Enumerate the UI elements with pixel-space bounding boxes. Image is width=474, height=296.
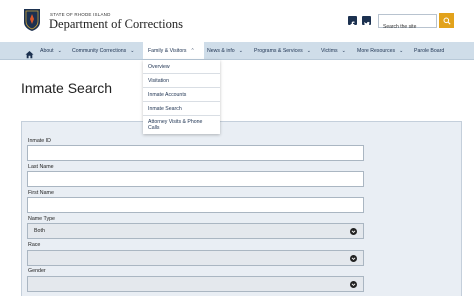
chevron-down-icon: [350, 255, 357, 262]
race-select[interactable]: [27, 250, 364, 266]
chevron-down-icon: ⌄: [130, 47, 135, 54]
site-header: STATE OF RHODE ISLAND Department of Corr…: [0, 0, 474, 42]
chevron-down-icon: ⌄: [341, 47, 346, 54]
nav-item-label: About: [40, 47, 54, 54]
nav-item-victims[interactable]: Victims ⌄: [321, 42, 346, 59]
nav-item-family-visitors[interactable]: Family & Visitors ⌃: [143, 42, 204, 59]
chevron-down-icon: ⌄: [238, 47, 243, 54]
search-button[interactable]: [439, 13, 454, 28]
dropdown-item-inmate-accounts[interactable]: Inmate Accounts: [143, 88, 220, 102]
nav-item-label: Community Corrections: [72, 47, 127, 54]
search-icon: [443, 17, 451, 25]
dropdown-item-visitation[interactable]: Visitation: [143, 74, 220, 88]
gender-select[interactable]: [27, 276, 364, 292]
nav-item-news-info[interactable]: News & info ⌄: [207, 42, 243, 59]
inmate-id-label: Inmate ID: [28, 138, 51, 144]
site-search-input[interactable]: [379, 21, 436, 33]
nav-item-label: Programs & Services: [254, 47, 303, 54]
site-search-field[interactable]: [378, 14, 437, 33]
page-title: Inmate Search: [21, 80, 113, 96]
nav-item-label: News & info: [207, 47, 235, 54]
nav-item-label: Parole Board: [414, 47, 445, 54]
main-nav: About ⌄ Community Corrections ⌄ Family &…: [0, 42, 474, 60]
name-type-label: Name Type: [28, 216, 55, 222]
first-name-input[interactable]: [28, 199, 363, 214]
chevron-down-icon: [350, 281, 357, 288]
nav-item-programs-services[interactable]: Programs & Services ⌄: [254, 42, 311, 59]
inmate-id-field[interactable]: [27, 145, 364, 162]
first-name-field[interactable]: [27, 197, 364, 214]
chevron-down-icon: ⌄: [306, 47, 311, 54]
nav-item-community-corrections[interactable]: Community Corrections ⌄: [72, 42, 134, 59]
nav-item-label: More Resources: [357, 47, 396, 54]
last-name-input[interactable]: [28, 173, 363, 188]
nav-item-about[interactable]: About ⌄: [40, 42, 62, 59]
race-label: Race: [28, 242, 41, 248]
name-type-select[interactable]: Both: [27, 223, 364, 239]
first-name-label: First Name: [28, 190, 54, 196]
nav-item-label: Family & Visitors: [148, 47, 187, 54]
dropdown-item-attorney-visits[interactable]: Attorney Visits & Phone Calls: [143, 116, 220, 134]
home-icon[interactable]: [25, 46, 34, 59]
inmate-id-input[interactable]: [28, 147, 363, 162]
chevron-down-icon: ⌄: [399, 47, 404, 54]
chevron-down-icon: [350, 228, 357, 235]
facebook-icon[interactable]: [348, 16, 357, 29]
last-name-label: Last Name: [28, 164, 54, 170]
twitter-icon[interactable]: [362, 16, 371, 28]
name-type-value: Both: [34, 228, 45, 234]
nav-item-more-resources[interactable]: More Resources ⌄: [357, 42, 403, 59]
chevron-up-icon: ⌃: [190, 47, 195, 54]
nav-item-label: Victims: [321, 47, 338, 54]
dropdown-item-inmate-search[interactable]: Inmate Search: [143, 102, 220, 116]
nav-item-parole-board[interactable]: Parole Board: [414, 42, 444, 59]
site-title[interactable]: Department of Corrections: [49, 17, 183, 32]
ri-doc-logo[interactable]: [22, 8, 42, 32]
dropdown-item-overview[interactable]: Overview: [143, 60, 220, 74]
chevron-down-icon: ⌄: [57, 47, 62, 54]
family-visitors-dropdown: Overview Visitation Inmate Accounts Inma…: [143, 60, 220, 134]
gender-label: Gender: [28, 268, 46, 274]
last-name-field[interactable]: [27, 171, 364, 188]
